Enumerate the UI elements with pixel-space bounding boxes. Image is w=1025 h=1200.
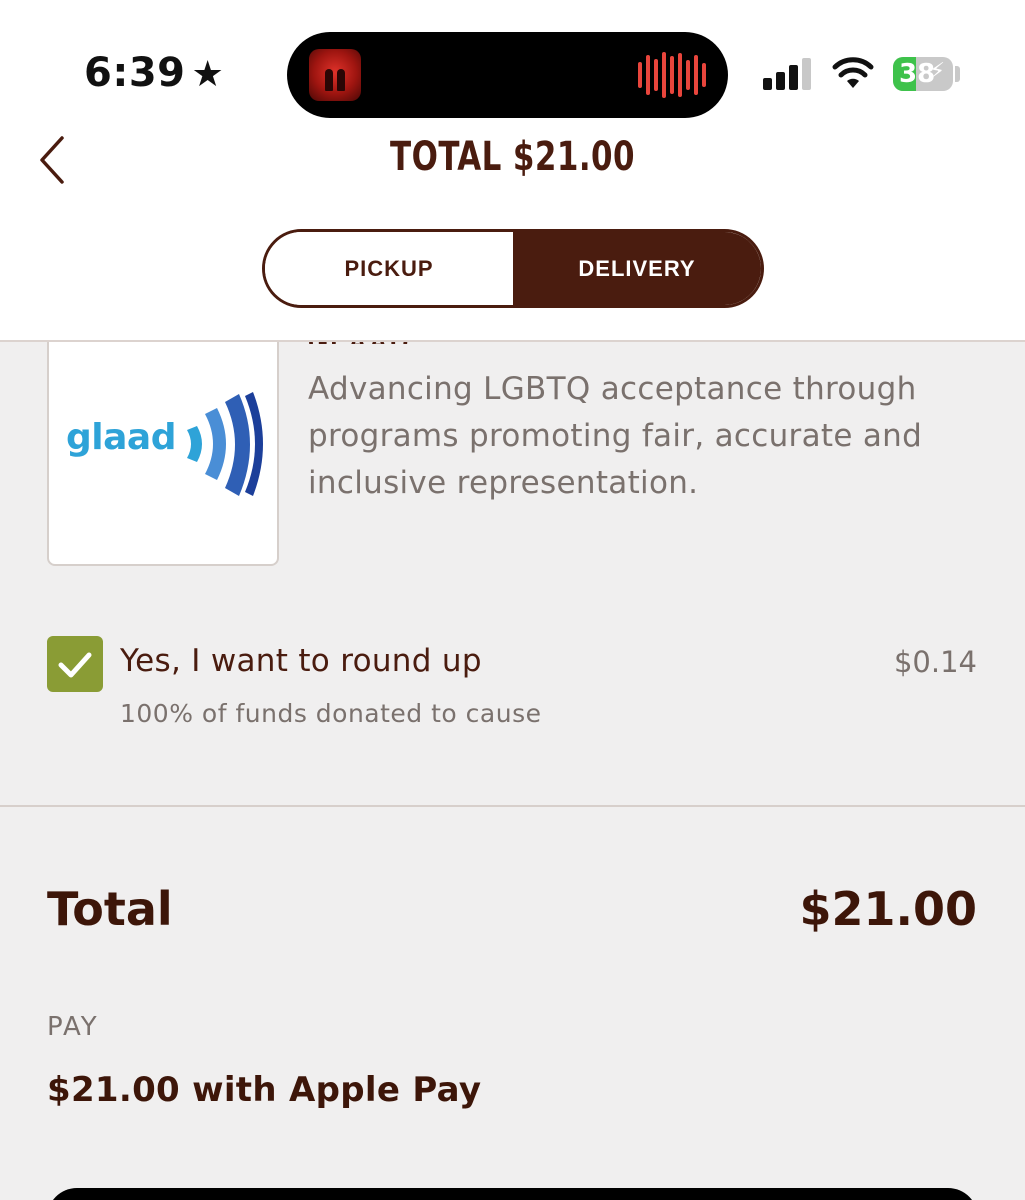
page-title: TOTAL $21.00 [390, 134, 635, 180]
total-amount: $21.00 [799, 882, 977, 936]
round-up-amount: $0.14 [893, 645, 977, 679]
glaad-logo-text: glaad [66, 417, 176, 458]
charity-logo: glaad [47, 325, 279, 566]
round-up-label[interactable]: Yes, I want to round up [120, 643, 482, 679]
battery-nub [955, 66, 960, 82]
star-icon: ★ [191, 54, 225, 95]
fulfillment-toggle: PICKUP DELIVERY [262, 229, 764, 308]
glaad-waves-icon [187, 392, 263, 496]
tab-pickup[interactable]: PICKUP [265, 232, 513, 305]
status-clock: 6:39 ★ [84, 50, 224, 96]
total-label: Total [47, 882, 173, 936]
tab-delivery[interactable]: DELIVERY [513, 232, 761, 305]
now-playing-artwork [309, 49, 361, 101]
cellular-signal-icon [763, 56, 811, 90]
audio-waveform-icon [638, 52, 706, 98]
dynamic-island[interactable] [287, 32, 728, 118]
battery-icon: 38 ⚡ [893, 57, 953, 91]
status-bar: 6:39 ★ 38 ⚡ [0, 0, 1025, 120]
round-up-checkbox[interactable] [47, 636, 103, 692]
status-time: 6:39 [84, 50, 186, 96]
charging-bolt-icon: ⚡ [929, 59, 945, 84]
pay-method[interactable]: $21.00 with Apple Pay [47, 1070, 481, 1110]
apple-pay-button[interactable] [47, 1188, 978, 1200]
pay-heading: PAY [47, 1012, 99, 1042]
round-up-sublabel: 100% of funds donated to cause [120, 699, 542, 728]
section-divider [0, 805, 1025, 807]
checkout-header: TOTAL $21.00 PICKUP DELIVERY [0, 120, 1025, 342]
wifi-icon [832, 57, 874, 88]
charity-description: Advancing LGBTQ acceptance through progr… [308, 371, 923, 501]
